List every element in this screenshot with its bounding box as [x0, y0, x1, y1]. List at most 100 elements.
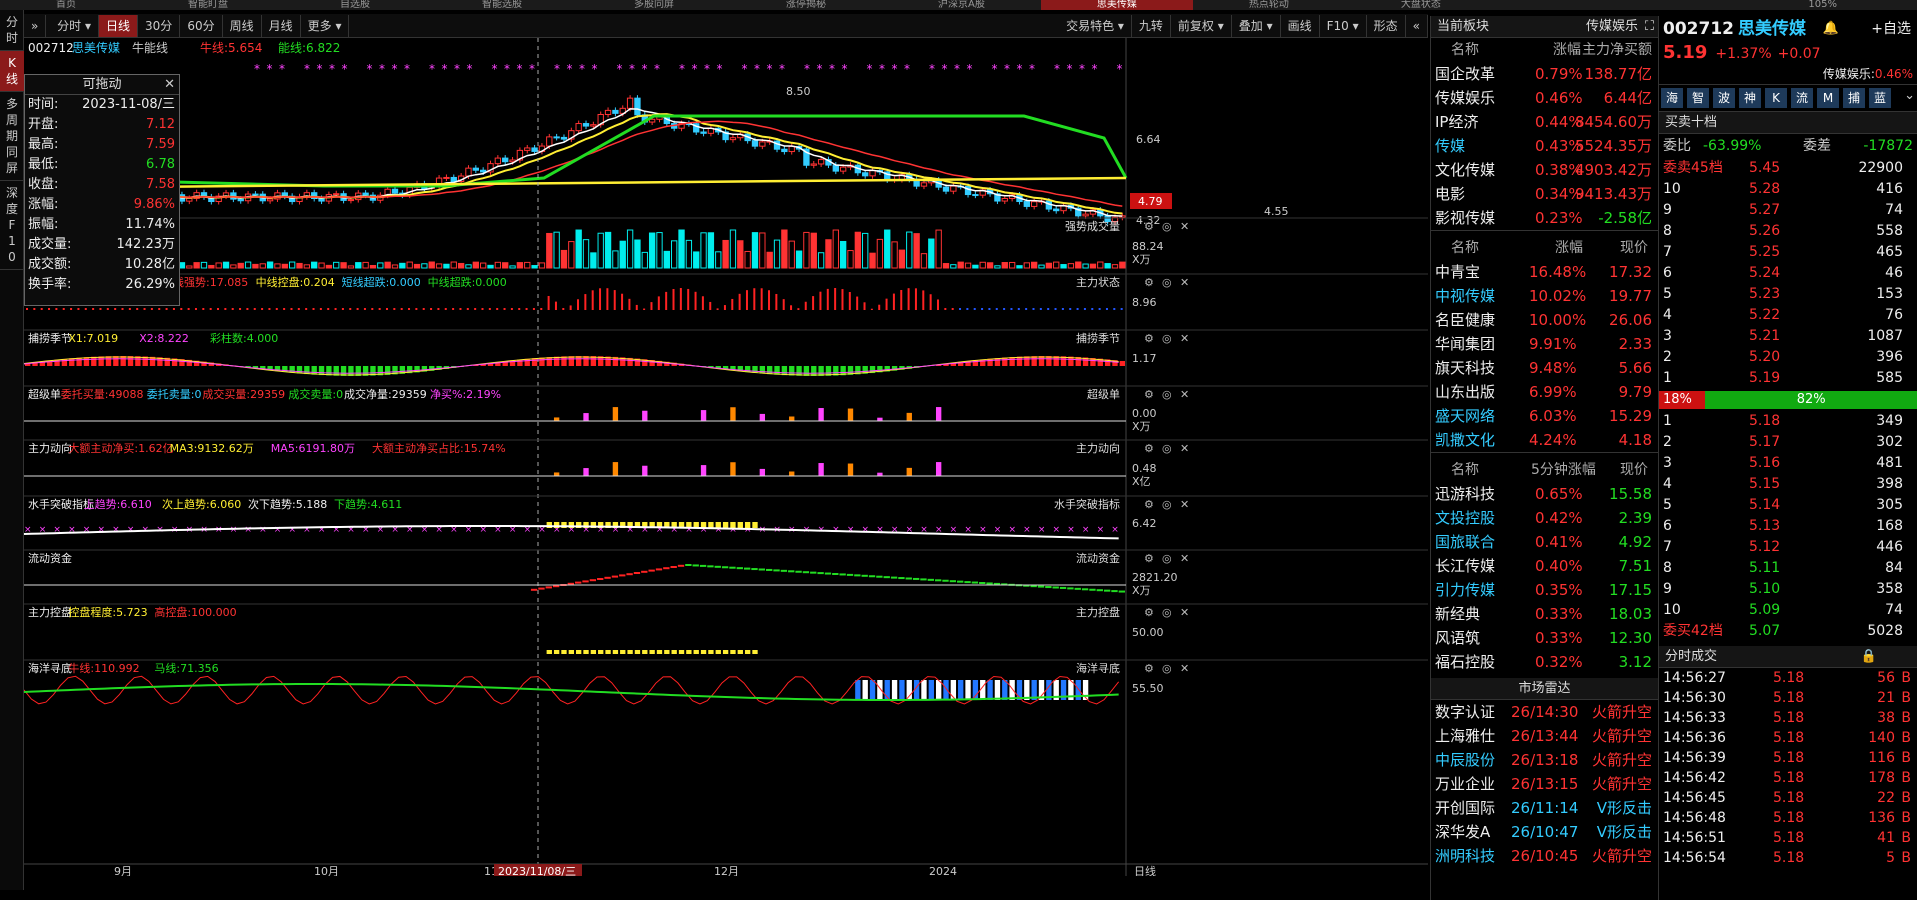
sector-row[interactable]: 传媒娱乐 0.46% 6.44亿: [1431, 86, 1658, 110]
radar-row[interactable]: 中辰股份 26/13:18 火箭升空: [1431, 748, 1658, 772]
top-tab[interactable]: 智能选股: [426, 0, 578, 10]
leader-row[interactable]: 名臣健康 10.00% 26.06: [1431, 308, 1658, 332]
left-view-tab[interactable]: 深度F 1 0: [0, 181, 24, 270]
fivemin-row[interactable]: 迅游科技 0.65% 15.58: [1431, 482, 1658, 506]
top-tab[interactable]: 自选股: [284, 0, 426, 10]
radar-row[interactable]: 深华发A 26/10:47 V形反击: [1431, 820, 1658, 844]
buy-level-row[interactable]: 10 5.09 74: [1659, 600, 1917, 621]
top-tab[interactable]: 思美传媒: [1040, 0, 1193, 10]
sell-level-row[interactable]: 4 5.22 76: [1659, 305, 1917, 326]
sell-level-row[interactable]: 3 5.21 1087: [1659, 326, 1917, 347]
top-tab[interactable]: 首页: [0, 0, 132, 10]
period-button[interactable]: 周线: [223, 15, 262, 37]
fivemin-row[interactable]: 引力传媒 0.35% 17.15: [1431, 578, 1658, 602]
quote-tab[interactable]: 捕: [1843, 88, 1865, 108]
quote-tab[interactable]: 神: [1739, 88, 1761, 108]
sell-level-row[interactable]: 6 5.24 46: [1659, 263, 1917, 284]
bell-icon[interactable]: 🔔: [1823, 16, 1839, 42]
period-button[interactable]: 日线: [99, 15, 139, 37]
period-button[interactable]: 30分: [138, 15, 181, 37]
sector-row[interactable]: IP经济 0.44% 8454.60万: [1431, 110, 1658, 134]
sector-row[interactable]: 影视传媒 0.23% -2.58亿: [1431, 206, 1658, 230]
fivemin-row[interactable]: 新经典 0.33% 18.03: [1431, 602, 1658, 626]
top-tab[interactable]: 智能盯盘: [132, 0, 284, 10]
top-tab[interactable]: 热点轮动: [1193, 0, 1345, 10]
buy-level-row[interactable]: 2 5.17 302: [1659, 432, 1917, 453]
top-tab[interactable]: 沪深京A股: [882, 0, 1041, 10]
left-view-tab[interactable]: 分时: [0, 10, 24, 51]
fivemin-row[interactable]: 长江传媒 0.40% 7.51: [1431, 554, 1658, 578]
add-watchlist-button[interactable]: +自选: [1871, 16, 1911, 42]
sector-row[interactable]: 国企改革 0.79% 138.77亿: [1431, 62, 1658, 86]
period-button[interactable]: 更多 ▾: [301, 15, 350, 37]
toolbar-right-button[interactable]: 叠加 ▾: [1232, 15, 1281, 37]
buy-level-row[interactable]: 3 5.16 481: [1659, 453, 1917, 474]
close-icon[interactable]: ✕: [164, 75, 175, 95]
radar-row[interactable]: 开创国际 26/11:14 V形反击: [1431, 796, 1658, 820]
quote-tab[interactable]: 蓝: [1869, 88, 1891, 108]
sector-row[interactable]: 文化传媒 0.38% 4903.42万: [1431, 158, 1658, 182]
left-view-tab[interactable]: K线: [0, 51, 24, 92]
radar-row[interactable]: 万业企业 26/13:15 火箭升空: [1431, 772, 1658, 796]
sell-total-row[interactable]: 委卖45档 5.45 22900: [1659, 158, 1917, 179]
sell-level-row[interactable]: 1 5.19 585: [1659, 368, 1917, 389]
ohlc-popup[interactable]: 可拖动 ✕ 时间: 2023-11-08/三 开盘: 7.12 最高: 7.59 最低: 6.…: [24, 74, 180, 306]
quote-tab[interactable]: 波: [1713, 88, 1735, 108]
chart-canvas[interactable]: 002712思美传媒 牛能线 牛线:5.654 能线:6.8226.644.324.7…: [23, 38, 1428, 878]
collapse-button[interactable]: «: [1406, 15, 1428, 37]
top-tab[interactable]: 大盘状态: [1345, 0, 1497, 10]
quote-tab[interactable]: 流: [1791, 88, 1813, 108]
buy-level-row[interactable]: 6 5.13 168: [1659, 516, 1917, 537]
top-tab[interactable]: 涨停揭秘: [730, 0, 882, 10]
top-tab[interactable]: 多股同屏: [578, 0, 730, 10]
leader-row[interactable]: 中青宝 16.48% 17.32: [1431, 260, 1658, 284]
toolbar-right-button[interactable]: F10 ▾: [1320, 15, 1367, 37]
fivemin-row[interactable]: 文投控股 0.42% 2.39: [1431, 506, 1658, 530]
sell-level-row[interactable]: 9 5.27 74: [1659, 200, 1917, 221]
toolbar-right-button[interactable]: 画线: [1281, 15, 1320, 37]
fivemin-row[interactable]: 福石控股 0.32% 3.12: [1431, 650, 1658, 674]
period-button[interactable]: 60分: [180, 15, 223, 37]
buy-level-row[interactable]: 7 5.12 446: [1659, 537, 1917, 558]
toolbar-right-button[interactable]: 形态: [1367, 15, 1406, 37]
leader-row[interactable]: 凯撒文化 4.24% 4.18: [1431, 428, 1658, 452]
period-button[interactable]: 分时 ▾: [50, 15, 100, 37]
sell-level-row[interactable]: 7 5.25 465: [1659, 242, 1917, 263]
sell-level-row[interactable]: 2 5.20 396: [1659, 347, 1917, 368]
buy-level-row[interactable]: 9 5.10 358: [1659, 579, 1917, 600]
quote-tab[interactable]: 海: [1661, 88, 1683, 108]
radar-row[interactable]: 数字认证 26/14:30 火箭升空: [1431, 700, 1658, 724]
back-button[interactable]: »: [24, 15, 47, 37]
sector-row[interactable]: 电影 0.34% 9413.43万: [1431, 182, 1658, 206]
period-button[interactable]: 月线: [262, 15, 301, 37]
buy-total-row[interactable]: 委买42档 5.07 5028: [1659, 621, 1917, 642]
sell-level-row[interactable]: 5 5.23 153: [1659, 284, 1917, 305]
leader-row[interactable]: 华闻集团 9.91% 2.33: [1431, 332, 1658, 356]
kline-chart-area[interactable]: 002712 思美传媒 牛能线 牛线:5.654 能线:6.822 6.64 4.32 4.7…: [23, 38, 1428, 888]
toolbar-right-button[interactable]: 前复权 ▾: [1171, 15, 1232, 37]
fivemin-row[interactable]: 国旅联合 0.41% 4.92: [1431, 530, 1658, 554]
top-tab-strip[interactable]: 首页 智能盯盘 自选股 智能选股 多股同屏 涨停揭秘 沪深京A股 思美传媒 热点轮动 大盘状态 10…: [0, 0, 1917, 10]
buy-level-row[interactable]: 4 5.15 398: [1659, 474, 1917, 495]
left-view-tab[interactable]: 多周期同屏: [0, 92, 24, 181]
leader-row[interactable]: 中视传媒 10.02% 19.77: [1431, 284, 1658, 308]
sell-level-row[interactable]: 8 5.26 558: [1659, 221, 1917, 242]
toolbar-right-button[interactable]: 交易特色 ▾: [1059, 15, 1132, 37]
radar-row[interactable]: 洲明科技 26/10:45 火箭升空: [1431, 844, 1658, 868]
leader-row[interactable]: 盛天网络 6.03% 15.29: [1431, 404, 1658, 428]
radar-row[interactable]: 上海雅仕 26/13:44 火箭升空: [1431, 724, 1658, 748]
quote-tab[interactable]: M: [1817, 88, 1839, 108]
lock-icon[interactable]: 🔒: [1861, 646, 1877, 668]
quote-tab[interactable]: K: [1765, 88, 1787, 108]
toolbar-right-button[interactable]: 九转: [1132, 15, 1171, 37]
buy-level-row[interactable]: 8 5.11 84: [1659, 558, 1917, 579]
buy-level-row[interactable]: 1 5.18 349: [1659, 411, 1917, 432]
sector-header[interactable]: 当前板块 传媒娱乐 ⛶: [1431, 16, 1658, 38]
chevron-down-icon[interactable]: ⌄: [1904, 88, 1915, 103]
expand-icon[interactable]: ⛶: [1645, 16, 1654, 38]
sector-current[interactable]: 传媒娱乐: [1586, 16, 1638, 38]
sector-row[interactable]: 传媒 0.43% 5524.35万: [1431, 134, 1658, 158]
leader-row[interactable]: 旗天科技 9.48% 5.66: [1431, 356, 1658, 380]
buy-level-row[interactable]: 5 5.14 305: [1659, 495, 1917, 516]
sell-level-row[interactable]: 10 5.28 416: [1659, 179, 1917, 200]
